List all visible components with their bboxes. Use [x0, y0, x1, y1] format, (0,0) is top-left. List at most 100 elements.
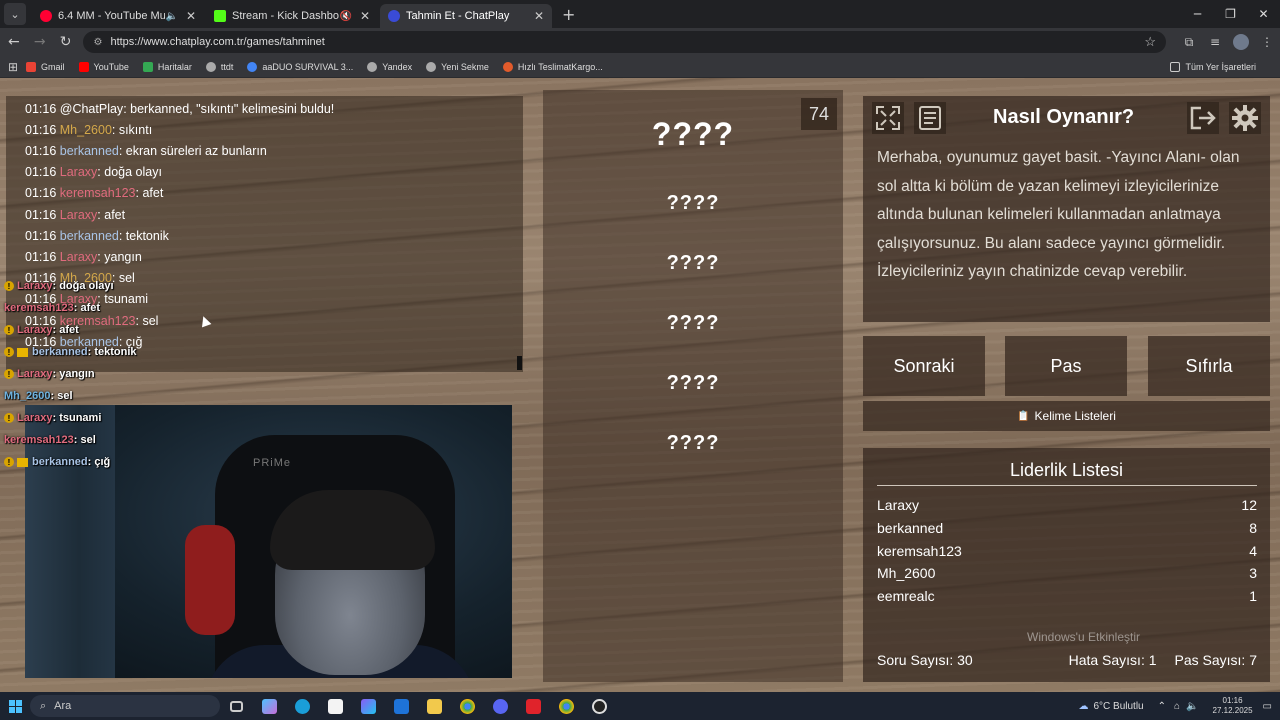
- task-view-icon[interactable]: [220, 692, 253, 720]
- kick-icon: [214, 10, 226, 22]
- bookmark-youtube[interactable]: YouTube: [78, 61, 129, 72]
- bookmark-label: ttdt: [220, 61, 234, 72]
- youtube-icon: [78, 61, 89, 72]
- new-tab-button[interactable]: +: [562, 5, 575, 24]
- store-icon[interactable]: [319, 692, 352, 720]
- chat-text: : berkanned, "sıkıntı" kelimesini buldu!: [123, 102, 335, 116]
- tab-youtube-music[interactable]: 6.4 MM - YouTube Music 🔈 ✕: [32, 4, 204, 28]
- edge-icon[interactable]: [286, 692, 319, 720]
- start-button[interactable]: [0, 692, 30, 720]
- reload-button[interactable]: ↻: [54, 30, 78, 54]
- word-lists-button[interactable]: 📋 Kelime Listeleri: [863, 401, 1270, 431]
- notes-icon[interactable]: [914, 102, 946, 134]
- clipboard-icon: 📋: [1017, 410, 1030, 422]
- bookmark-cargo[interactable]: Hızlı TeslimatKargo...: [502, 61, 603, 72]
- weather-widget[interactable]: ☁ 6°C Bulutlu: [1078, 701, 1143, 712]
- bookmark-label: Hızlı TeslimatKargo...: [517, 61, 603, 72]
- chat-scrollbar[interactable]: [517, 356, 522, 370]
- extensions-icon[interactable]: ⧉: [1176, 30, 1202, 54]
- profile-avatar[interactable]: [1228, 30, 1254, 54]
- bookmark-yandex[interactable]: Yandex: [367, 61, 412, 72]
- network-icon[interactable]: ⌂: [1174, 701, 1180, 712]
- discord-icon[interactable]: [484, 692, 517, 720]
- chrome-icon[interactable]: [550, 692, 583, 720]
- bookmark-new-tab[interactable]: Yeni Sekme: [426, 61, 489, 72]
- bookmark-gmail[interactable]: Gmail: [26, 61, 65, 72]
- settings-gear-icon[interactable]: [1229, 102, 1261, 134]
- tab-search-button[interactable]: ⌄: [4, 3, 26, 25]
- bookmark-maps[interactable]: Haritalar: [142, 61, 192, 72]
- media-controls-icon[interactable]: ≡: [1202, 30, 1228, 54]
- all-bookmarks[interactable]: Tüm Yer İşaretleri: [1170, 56, 1256, 78]
- chatplay-icon: [388, 10, 400, 22]
- overlay-text: : sel: [73, 434, 96, 446]
- bookmark-label: YouTube: [93, 61, 129, 72]
- url-field[interactable]: ⚙ https://www.chatplay.com.tr/games/tahm…: [83, 31, 1166, 53]
- taskbar-search[interactable]: ⌕ Ara: [30, 695, 220, 717]
- chevron-up-icon[interactable]: ⌃: [1158, 701, 1166, 712]
- close-icon[interactable]: ✕: [360, 9, 370, 23]
- chat-text: : yangın: [97, 250, 142, 264]
- overlay-chat-line: keremsah123 : afet: [4, 302, 100, 314]
- reset-button[interactable]: Sıfırla: [1148, 336, 1270, 396]
- forward-button[interactable]: →: [28, 30, 52, 54]
- back-button[interactable]: ←: [2, 30, 26, 54]
- muted-speaker-icon[interactable]: 🔇: [339, 11, 351, 22]
- leaderboard-row: Mh_2600 3: [877, 565, 1257, 581]
- chat-time: 01:16: [25, 165, 57, 179]
- youtube-music-icon: [40, 10, 52, 22]
- tab-kick-dashboard[interactable]: Stream - Kick Dashboard 🔇 ✕: [206, 4, 378, 28]
- site-info-icon[interactable]: ⚙: [93, 37, 102, 48]
- minimize-button[interactable]: ─: [1181, 0, 1214, 28]
- chat-text: : doğa olayı: [97, 165, 162, 179]
- clock[interactable]: 01:16 27.12.2025: [1213, 696, 1253, 716]
- player-score: 4: [1249, 543, 1257, 559]
- copilot-icon[interactable]: [253, 692, 286, 720]
- mail-icon[interactable]: [385, 692, 418, 720]
- chat-text: : ekran süreleri az bunların: [118, 144, 267, 158]
- badge-icon: !: [4, 413, 14, 423]
- bookmark-label: Gmail: [41, 61, 65, 72]
- file-explorer-icon[interactable]: [418, 692, 451, 720]
- next-button[interactable]: Sonraki: [863, 336, 985, 396]
- menu-icon[interactable]: ⋮: [1254, 30, 1280, 54]
- chat-user: @ChatPlay: [59, 102, 124, 116]
- close-icon[interactable]: ✕: [186, 9, 196, 23]
- obs-icon[interactable]: [583, 692, 616, 720]
- globe-icon: [367, 61, 378, 72]
- bookmark-duo[interactable]: aaDUO SURVIVAL 3...: [247, 61, 353, 72]
- speaker-icon[interactable]: 🔈: [165, 11, 177, 22]
- bookmark-ttdt[interactable]: ttdt: [205, 61, 234, 72]
- pass-button[interactable]: Pas: [1005, 336, 1127, 396]
- overlay-user: berkanned: [32, 346, 88, 358]
- word-lists-label: Kelime Listeleri: [1034, 409, 1116, 423]
- badge-icon: !: [4, 369, 14, 379]
- gmail-icon: [26, 61, 36, 72]
- tab-chatplay[interactable]: Tahmin Et - ChatPlay ✕: [380, 4, 552, 28]
- clock-time: 01:16: [1222, 696, 1243, 705]
- overlay-chat-line: ! Laraxy : yangın: [4, 368, 95, 380]
- bookmarks-bar: ⊞ Gmail YouTube Haritalar ttdt aaDUO SUR…: [0, 56, 1280, 78]
- restore-button[interactable]: ❐: [1214, 0, 1247, 28]
- maps-icon: [142, 61, 153, 72]
- exit-icon[interactable]: [1187, 102, 1219, 134]
- chat-user: berkanned: [59, 229, 119, 243]
- chrome-running-icon[interactable]: [451, 692, 484, 720]
- close-icon[interactable]: ✕: [534, 9, 544, 23]
- badge-icon: !: [4, 347, 14, 357]
- fullscreen-icon[interactable]: [872, 102, 904, 134]
- webcam-feed: PRiMe: [25, 405, 512, 678]
- game-page: 01:16 @ChatPlay: berkanned, "sıkıntı" ke…: [0, 78, 1280, 692]
- apps-grid-icon[interactable]: ⊞: [0, 60, 26, 74]
- error-count: Hata Sayısı: 1: [1068, 652, 1157, 668]
- bookmark-star-icon[interactable]: ☆: [1144, 34, 1156, 50]
- leaderboard-row: eemrealc 1: [877, 588, 1257, 604]
- winrar-icon[interactable]: [517, 692, 550, 720]
- apps-icon[interactable]: [352, 692, 385, 720]
- volume-icon[interactable]: 🔈: [1186, 701, 1198, 712]
- overlay-chat-line: ! Laraxy : afet: [4, 324, 79, 336]
- close-window-button[interactable]: ✕: [1247, 0, 1280, 28]
- badge-icon: !: [4, 325, 14, 335]
- notifications-icon[interactable]: ▭: [1263, 701, 1272, 712]
- leaderboard-row: keremsah123 4: [877, 543, 1257, 559]
